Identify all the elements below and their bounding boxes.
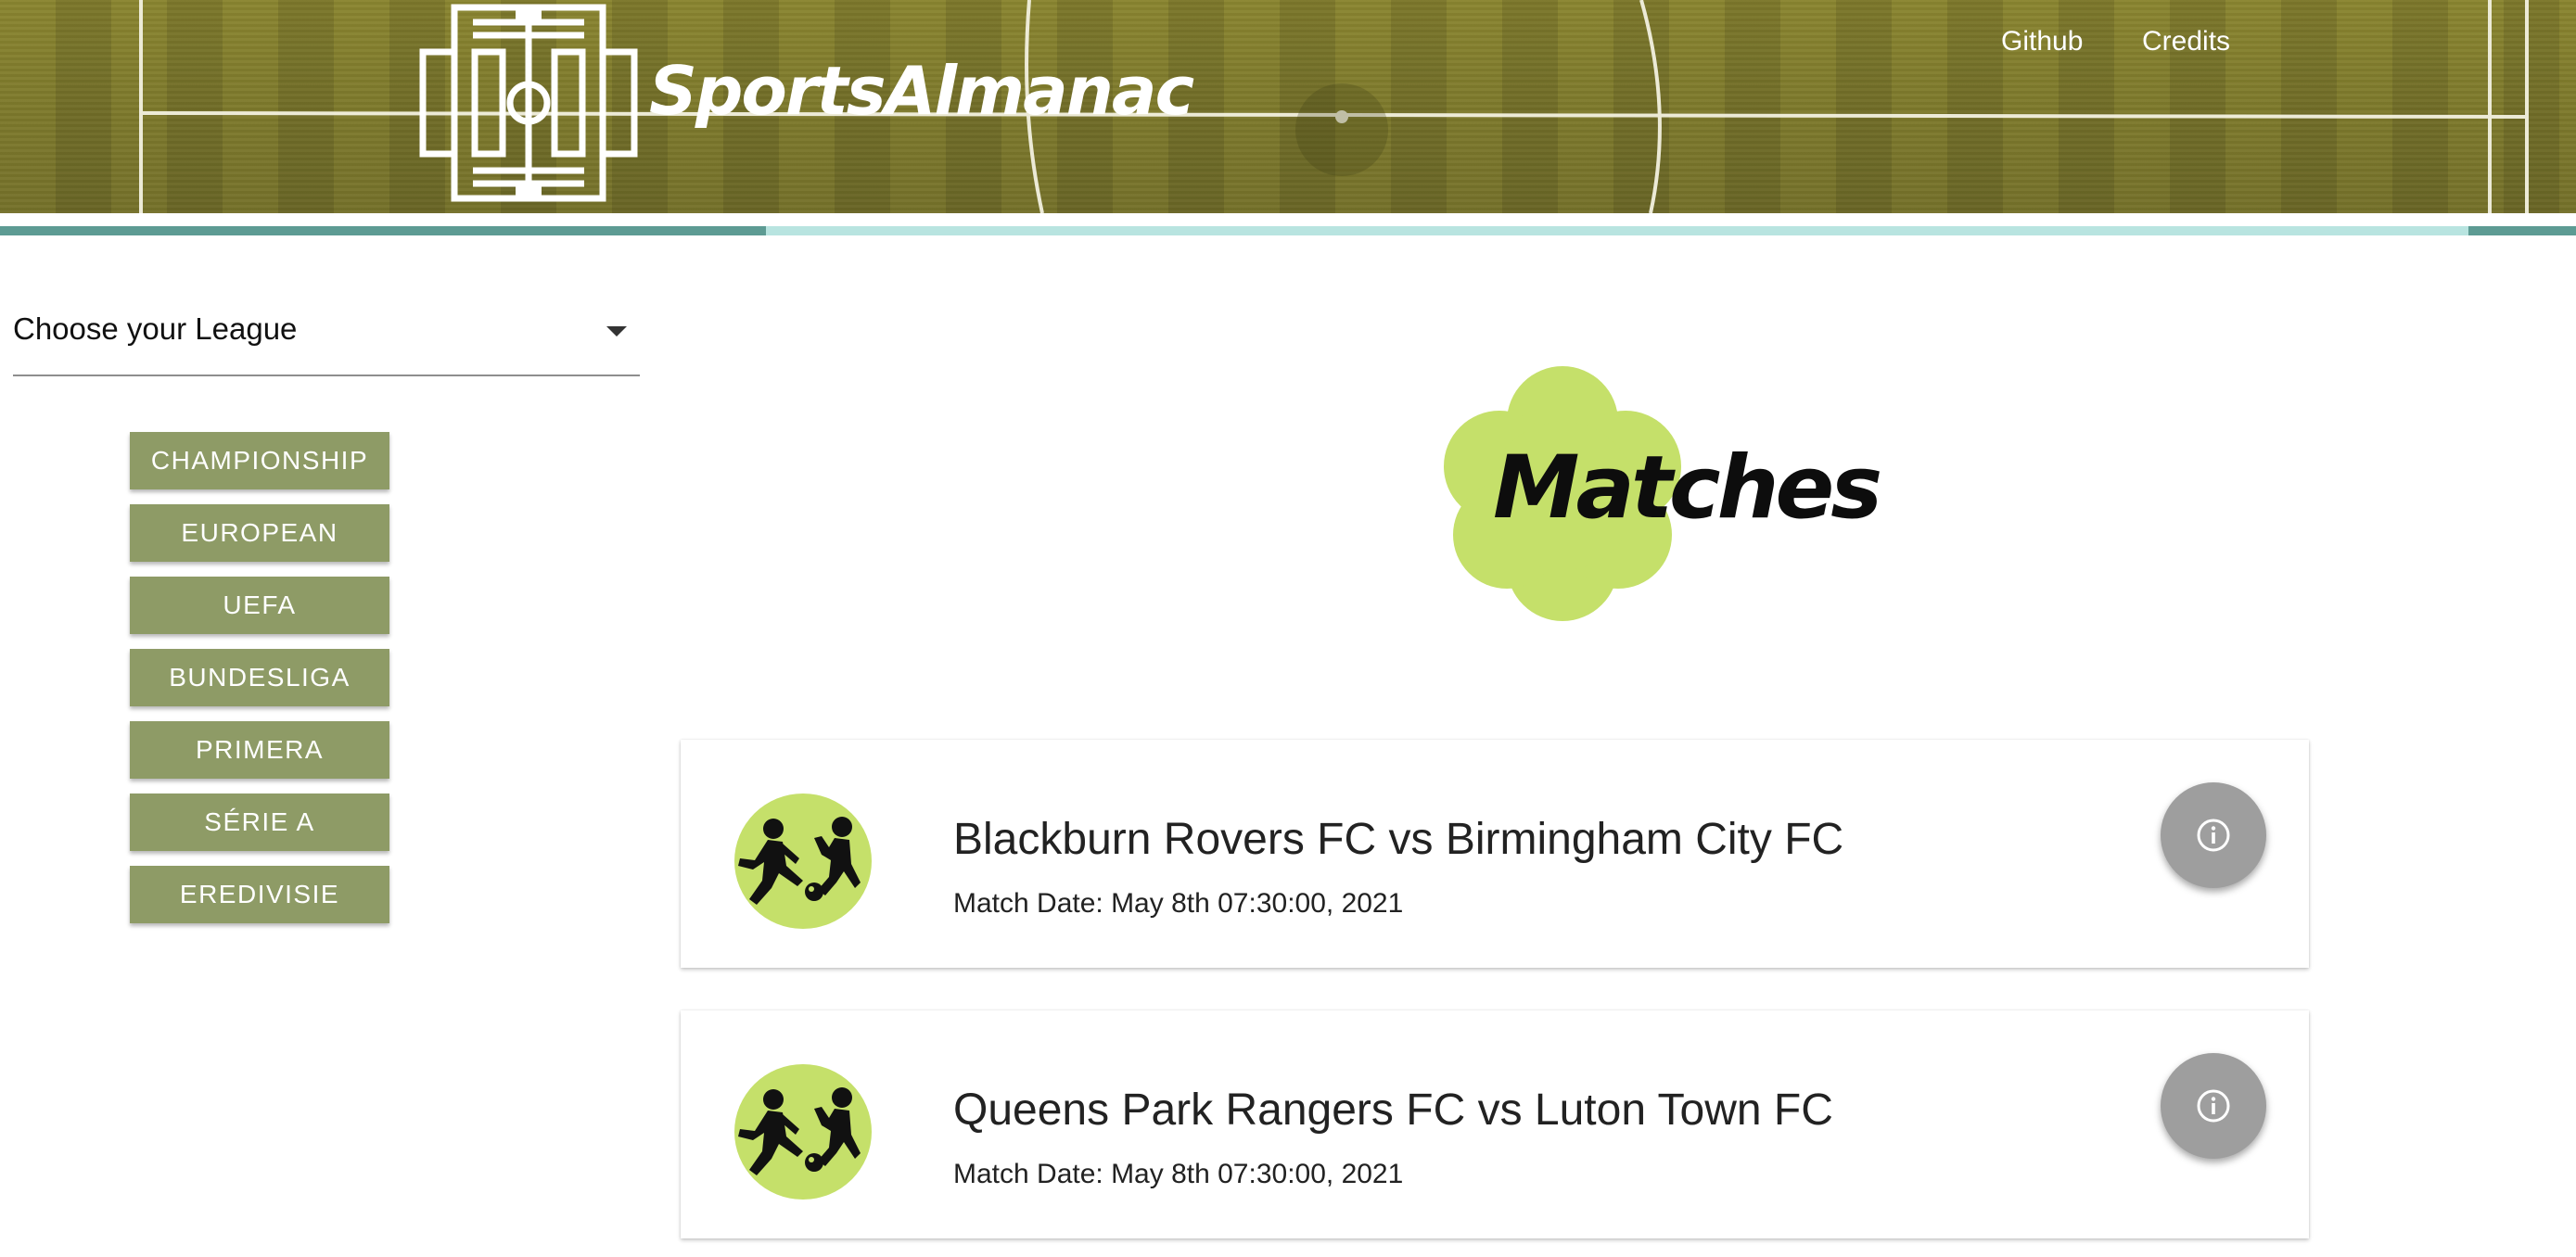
match-title: Queens Park Rangers FC vs Luton Town FC — [953, 1086, 1833, 1135]
league-button-championship[interactable]: CHAMPIONSHIP — [130, 432, 389, 489]
info-icon — [2197, 1089, 2230, 1123]
loading-progress-bar — [0, 226, 2576, 235]
brand-name[interactable]: SportsAlmanac — [649, 57, 1194, 124]
league-select-label: Choose your League — [13, 311, 298, 346]
info-icon — [2197, 819, 2230, 852]
caret-down-icon — [606, 326, 627, 336]
progress-segment-left — [0, 226, 766, 235]
match-card: Queens Park Rangers FC vs Luton Town FC … — [681, 1010, 2309, 1238]
league-button-uefa[interactable]: UEFA — [130, 577, 389, 634]
football-players-icon — [734, 794, 872, 929]
nav-github-link[interactable]: Github — [2001, 26, 2083, 57]
match-card: Blackburn Rovers FC vs Birmingham City F… — [681, 740, 2309, 968]
progress-segment-right — [2468, 226, 2576, 235]
league-button-primera[interactable]: PRIMERA — [130, 721, 389, 779]
league-select-dropdown[interactable]: Choose your League — [13, 308, 640, 376]
site-header: SportsAlmanac Github Credits — [0, 0, 2576, 213]
league-button-european[interactable]: EUROPEAN — [130, 504, 389, 562]
match-date: Match Date: May 8th 07:30:00, 2021 — [953, 888, 1404, 919]
nav-credits-link[interactable]: Credits — [2142, 26, 2230, 57]
football-players-icon — [734, 1064, 872, 1200]
league-button-bundesliga[interactable]: BUNDESLIGA — [130, 649, 389, 706]
league-button-eredivisie[interactable]: EREDIVISIE — [130, 866, 389, 923]
league-button-serie-a[interactable]: SÉRIE A — [130, 794, 389, 851]
match-info-button[interactable] — [2161, 1053, 2266, 1159]
page-title: Matches — [1493, 438, 1882, 539]
match-date: Match Date: May 8th 07:30:00, 2021 — [953, 1159, 1404, 1189]
match-info-button[interactable] — [2161, 782, 2266, 888]
match-title: Blackburn Rovers FC vs Birmingham City F… — [953, 815, 1844, 864]
